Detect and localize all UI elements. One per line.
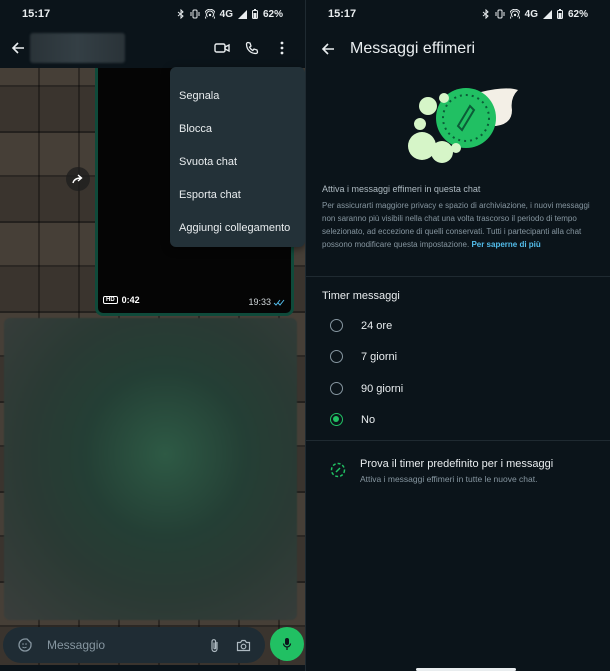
message-composer: Messaggio xyxy=(3,627,265,663)
description: Attiva i messaggi effimeri in questa cha… xyxy=(322,184,602,251)
status-bar: 15:17 4G 62% xyxy=(306,0,610,28)
chat-header xyxy=(0,28,305,68)
default-timer-subtitle: Attiva i messaggi effimeri in tutte le n… xyxy=(360,474,538,484)
timer-icon xyxy=(330,462,346,478)
default-timer-row[interactable]: Prova il timer predefinito per i messagg… xyxy=(330,458,553,484)
vibrate-icon xyxy=(190,9,200,19)
overflow-menu: Segnala Blocca Svuota chat Esporta chat … xyxy=(170,67,305,247)
timer-option-label: No xyxy=(361,413,376,426)
paperclip-icon xyxy=(211,638,218,652)
phone-icon xyxy=(245,41,259,55)
sticker-icon xyxy=(18,638,32,652)
camera-button[interactable] xyxy=(229,631,257,659)
timer-option-90d[interactable]: 90 giorni xyxy=(330,382,403,395)
timestamp-text: 19:33 xyxy=(248,297,271,307)
video-call-button[interactable] xyxy=(207,33,237,63)
back-button[interactable] xyxy=(8,38,28,58)
timer-option-24h[interactable]: 24 ore xyxy=(330,319,392,332)
radio-button[interactable] xyxy=(330,319,343,332)
forward-icon xyxy=(72,174,83,184)
status-bar: 15:17 4G 62% xyxy=(0,0,305,28)
hotspot-icon xyxy=(509,9,520,19)
divider xyxy=(306,440,610,441)
network-type: 4G xyxy=(524,8,538,20)
timer-option-off[interactable]: No xyxy=(330,413,375,426)
timer-section-title: Timer messaggi xyxy=(322,290,400,302)
battery-icon xyxy=(251,9,258,19)
menu-item-add-shortcut[interactable]: Aggiungi collegamento xyxy=(170,211,305,244)
disappearing-messages-illustration xyxy=(408,88,518,163)
hotspot-icon xyxy=(204,9,215,19)
more-vertical-icon xyxy=(280,41,284,55)
voice-message-button[interactable] xyxy=(270,627,304,661)
forward-button[interactable] xyxy=(66,167,90,191)
signal-icon xyxy=(237,9,247,19)
description-title: Attiva i messaggi effimeri in questa cha… xyxy=(322,184,481,194)
chat-screen: 15:17 4G 62% HD 0:42 19:33 Segnala Blocc… xyxy=(0,0,305,671)
vibrate-icon xyxy=(495,9,505,19)
bluetooth-icon xyxy=(177,9,184,19)
description-text: Per assicurarti maggiore privacy e spazi… xyxy=(322,201,590,249)
radio-button[interactable] xyxy=(330,382,343,395)
learn-more-link[interactable]: Per saperne di più xyxy=(471,240,540,249)
radio-button-selected[interactable] xyxy=(330,413,343,426)
menu-item-clear-chat[interactable]: Svuota chat xyxy=(170,145,305,178)
sticker-button[interactable] xyxy=(11,631,39,659)
system-navbar xyxy=(0,665,305,671)
settings-header: Messaggi effimeri xyxy=(306,28,610,70)
contact-name-redacted[interactable] xyxy=(30,33,125,63)
photo-message-blurred[interactable] xyxy=(4,318,297,620)
status-time: 15:17 xyxy=(328,8,357,20)
back-button[interactable] xyxy=(316,37,340,61)
disappearing-messages-screen: 15:17 4G 62% Messaggi effimeri Attiva i … xyxy=(305,0,610,671)
menu-item-report[interactable]: Segnala xyxy=(170,79,305,112)
status-icons: 4G 62% xyxy=(482,9,588,20)
network-type: 4G xyxy=(219,8,233,20)
hd-badge: HD xyxy=(103,296,118,304)
menu-item-export-chat[interactable]: Esporta chat xyxy=(170,178,305,211)
timer-option-label: 90 giorni xyxy=(361,382,404,395)
battery-icon xyxy=(556,9,563,19)
camera-icon xyxy=(236,639,250,651)
overflow-menu-button[interactable] xyxy=(267,33,297,63)
message-input[interactable]: Messaggio xyxy=(47,638,201,652)
video-duration: 0:42 xyxy=(121,295,140,305)
radio-button[interactable] xyxy=(330,350,343,363)
page-title: Messaggi effimeri xyxy=(350,40,476,57)
battery-level: 62% xyxy=(262,8,283,20)
timer-option-7d[interactable]: 7 giorni xyxy=(330,350,397,363)
arrow-left-icon xyxy=(321,43,334,55)
bluetooth-icon xyxy=(482,9,489,19)
microphone-icon xyxy=(282,638,292,650)
battery-level: 62% xyxy=(567,8,588,20)
status-time: 15:17 xyxy=(22,8,51,20)
default-timer-text: Prova il timer predefinito per i messagg… xyxy=(360,458,553,484)
divider xyxy=(306,276,610,277)
default-timer-title: Prova il timer predefinito per i messagg… xyxy=(360,458,554,470)
timer-option-label: 7 giorni xyxy=(361,350,398,363)
status-icons: 4G 62% xyxy=(177,9,283,20)
menu-item-block[interactable]: Blocca xyxy=(170,112,305,145)
attach-button[interactable] xyxy=(201,631,229,659)
timer-option-label: 24 ore xyxy=(361,319,393,332)
arrow-left-icon xyxy=(11,42,24,54)
message-timestamp: 19:33 xyxy=(248,297,285,307)
video-camera-icon xyxy=(214,43,230,53)
voice-call-button[interactable] xyxy=(237,33,267,63)
read-ticks-icon xyxy=(273,299,285,306)
signal-icon xyxy=(542,9,552,19)
description-body: Per assicurarti maggiore privacy e spazi… xyxy=(322,199,602,251)
video-info: HD 0:42 xyxy=(103,295,140,305)
